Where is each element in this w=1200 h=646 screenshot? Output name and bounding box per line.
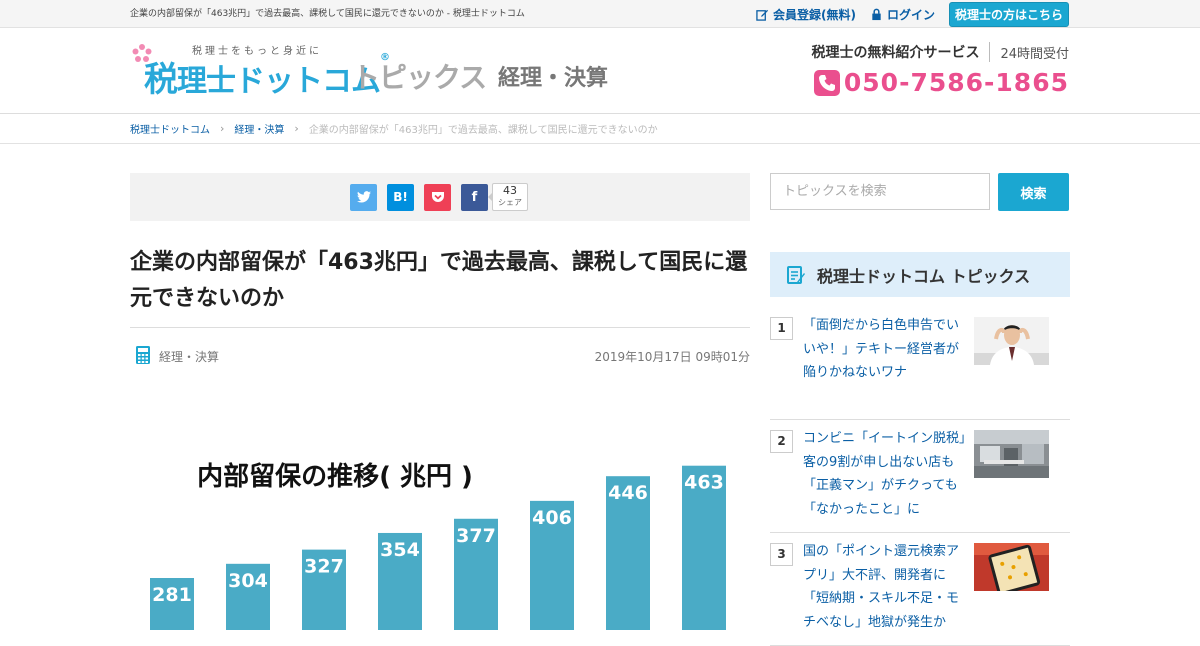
- retained-earnings-chart: 内部留保の推移( 兆円 ) 281 304 327 354 377 406 446 463: [130, 453, 750, 630]
- breadcrumb-current: 企業の内部留保が「463兆円」で過去最高、課税して国民に還元できないのか: [308, 125, 658, 136]
- article-category[interactable]: 経理・決算: [159, 348, 219, 365]
- businessman-photo: [974, 317, 1049, 365]
- ranking-item[interactable]: 2 コンビニ「イートイン脱税」客の9割が申し出ない店も 「正義マン」がチクっても…: [770, 420, 1070, 533]
- phone-link[interactable]: 050-7586-1865: [813, 68, 1069, 97]
- register-link[interactable]: 会員登録(無料): [756, 6, 856, 23]
- rank-number: 3: [770, 543, 793, 566]
- tax-accountant-button[interactable]: 税理士の方はこちら: [948, 2, 1069, 27]
- account-links: 会員登録(無料) ログイン 税理士の方はこちら: [756, 2, 1069, 27]
- share-count-badge: 43 シェア: [488, 183, 528, 211]
- login-label: ログイン: [886, 8, 935, 22]
- logo-topics: トピックス: [352, 61, 487, 94]
- article-title: 企業の内部留保が「463兆円」で過去最高、課税して国民に還元できないのか: [130, 245, 750, 328]
- article-icon: [787, 265, 805, 284]
- edit-icon: [756, 9, 769, 21]
- breadcrumb: 税理士ドットコム › 経理・決算 › 企業の内部留保が「463兆円」で過去最高、…: [0, 114, 1200, 144]
- ranking-thumbnail[interactable]: [974, 543, 1049, 591]
- login-link[interactable]: ログイン: [870, 6, 935, 23]
- chart-data-label: 327: [304, 556, 344, 578]
- chart-data-label: 281: [152, 584, 192, 606]
- ranking-list: 1 「面倒だから白色申告でいいや！」テキトー経営者が陥りかねないワナ 2 コンビ…: [770, 307, 1070, 646]
- ranking-thumbnail[interactable]: [974, 430, 1049, 478]
- chart-data-label: 406: [532, 507, 572, 529]
- chart-data-label: 304: [228, 570, 268, 592]
- ranking-item[interactable]: 3 国の「ポイント還元検索アプリ」大不評、開発者に「短納期・スキル不足・モチベな…: [770, 533, 1070, 646]
- pocket-icon: [431, 191, 444, 202]
- site-logo[interactable]: 税理士をもっと身近に 税理士ドットコム® トピックス 経理・決算: [130, 38, 630, 108]
- ranking-thumbnail[interactable]: [974, 317, 1049, 365]
- search-input[interactable]: [770, 173, 990, 210]
- ranking-item-title[interactable]: 国の「ポイント還元検索アプリ」大不評、開発者に「短納期・スキル不足・モチベなし」…: [803, 540, 971, 634]
- top-bar: 企業の内部留保が「463兆円」で過去最高、課税して国民に還元できないのか - 税…: [0, 0, 1200, 28]
- breadcrumb-home[interactable]: 税理士ドットコム: [130, 121, 210, 136]
- page-tagline: 企業の内部留保が「463兆円」で過去最高、課税して国民に還元できないのか - 税…: [130, 9, 525, 19]
- share-count-label: シェア: [498, 198, 522, 207]
- store-interior-photo: [974, 430, 1049, 478]
- service-info: 税理士の無料紹介サービス 24時間受付: [811, 42, 1069, 62]
- hours-label: 24時間受付: [1000, 46, 1069, 62]
- phone-icon: [813, 69, 840, 96]
- breadcrumb-separator: ›: [294, 122, 299, 135]
- article-meta: 経理・決算 2019年10月17日 09時01分: [130, 328, 750, 384]
- rank-number: 2: [770, 430, 793, 453]
- share-count: 43: [503, 184, 517, 197]
- ranking-title: 税理士ドットコム トピックス: [817, 266, 1031, 286]
- chart-svg: 内部留保の推移( 兆円 ) 281 304 327 354 377 406 446 463: [150, 462, 726, 630]
- rank-number: 1: [770, 317, 793, 340]
- smartphone-photo: [974, 543, 1049, 591]
- lock-icon: [872, 8, 881, 21]
- facebook-share-button[interactable]: f: [461, 183, 488, 211]
- twitter-share-button[interactable]: [350, 183, 377, 211]
- ranking-item-title[interactable]: コンビニ「イートイン脱税」客の9割が申し出ない店も 「正義マン」がチクっても「な…: [803, 427, 971, 521]
- ranking-item[interactable]: 1 「面倒だから白色申告でいいや！」テキトー経営者が陥りかねないワナ: [770, 307, 1070, 420]
- sidebar: 検索 税理士ドットコム トピックス 1 「面倒だから白色申告でいいや！」テキトー…: [770, 173, 1070, 646]
- article-main: B! f 43 シェア 企業の内部留保が「463兆円」で過去最高、課税して国民に…: [130, 173, 750, 630]
- site-header: 税理士をもっと身近に 税理士ドットコム® トピックス 経理・決算 税理士の無料紹…: [0, 28, 1200, 114]
- ranking-item-title[interactable]: 「面倒だから白色申告でいいや！」テキトー経営者が陥りかねないワナ: [803, 314, 971, 385]
- chart-data-label: 463: [684, 472, 724, 494]
- calculator-icon: [136, 346, 150, 364]
- hatena-bookmark-button[interactable]: B!: [387, 183, 414, 211]
- chart-title: 内部留保の推移( 兆円 ): [197, 462, 473, 492]
- phone-number: 050-7586-1865: [843, 68, 1069, 97]
- register-label: 会員登録(無料): [772, 8, 856, 22]
- pocket-button[interactable]: [424, 183, 451, 211]
- breadcrumb-category[interactable]: 経理・決算: [234, 121, 284, 136]
- service-label: 税理士の無料紹介サービス: [811, 42, 991, 62]
- chart-data-label: 377: [456, 525, 496, 547]
- breadcrumb-separator: ›: [220, 122, 225, 135]
- chart-data-label: 354: [380, 539, 420, 561]
- twitter-icon: [356, 191, 371, 203]
- article-date: 2019年10月17日 09時01分: [594, 350, 750, 364]
- chart-data-label: 446: [608, 482, 648, 504]
- share-bar: B! f 43 シェア: [130, 173, 750, 221]
- search-button[interactable]: 検索: [998, 173, 1069, 211]
- topic-search: 検索: [770, 173, 1070, 211]
- ranking-header: 税理士ドットコム トピックス: [770, 252, 1070, 297]
- logo-category: 経理・決算: [498, 66, 609, 91]
